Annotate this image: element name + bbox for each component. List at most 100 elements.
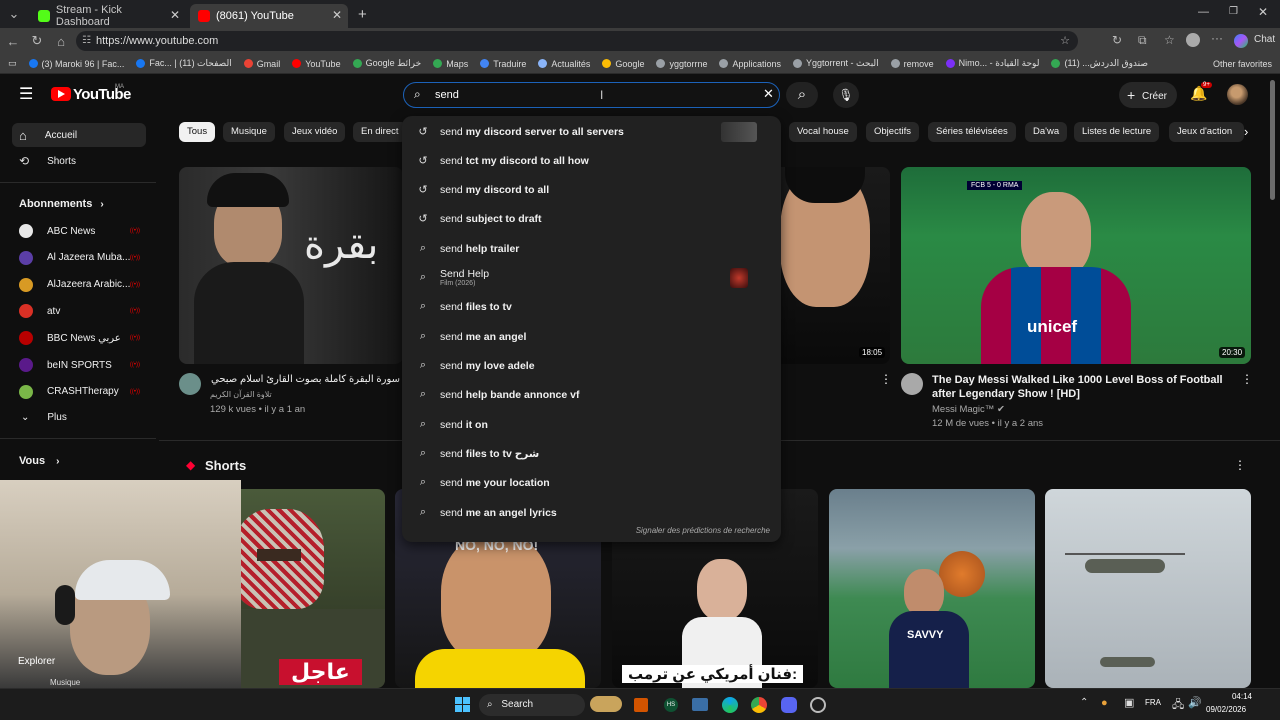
network-icon[interactable]: 🖧 xyxy=(1172,696,1184,715)
bookmark-item[interactable]: Applications xyxy=(719,59,781,69)
bookmark-item[interactable]: yggtorrne xyxy=(656,59,707,69)
minimize-button[interactable]: — xyxy=(1198,6,1209,18)
bookmark-item[interactable]: صندوق الدردش... (11) xyxy=(1051,58,1148,69)
search-suggestion[interactable]: ⌕ send help trailer xyxy=(402,234,781,263)
maximize-button[interactable]: ❐ xyxy=(1229,6,1238,17)
hamburger-menu-icon[interactable]: ☰ xyxy=(19,84,33,104)
bookmark-item[interactable]: Nimo... - لوحة القيادة xyxy=(945,58,1039,69)
chip-vocal-house[interactable]: Vocal house xyxy=(789,122,857,142)
start-button[interactable] xyxy=(455,697,470,712)
page-scrollbar[interactable] xyxy=(1270,80,1275,200)
extensions-icon[interactable]: ⧉ xyxy=(1138,33,1147,48)
app-icon[interactable] xyxy=(810,697,826,713)
chip-live[interactable]: En direct xyxy=(353,122,407,142)
photos-icon[interactable] xyxy=(692,698,708,711)
more-menu-icon[interactable]: ··· xyxy=(1211,31,1223,45)
short-thumbnail-4[interactable]: SAVVY xyxy=(829,489,1035,688)
profile-avatar[interactable] xyxy=(1186,33,1200,47)
bookmark-item[interactable]: remove xyxy=(890,59,934,69)
sidebar-subscription[interactable]: AlJazeera Arabic... ((•)) xyxy=(12,273,146,297)
tab-youtube[interactable]: (8061) YouTube ✕ xyxy=(190,4,348,28)
close-icon[interactable]: ✕ xyxy=(332,8,342,22)
search-suggestion[interactable]: ⌕ send files to tv شرح xyxy=(402,439,781,468)
chevron-up-icon[interactable]: ⌃ xyxy=(1080,697,1088,708)
favorite-star-icon[interactable]: ☆ xyxy=(1060,31,1070,51)
bookmark-item[interactable]: Google خرائط xyxy=(352,58,421,69)
tab-list-icon[interactable]: ⌄ xyxy=(2,6,26,22)
youtube-logo-icon[interactable] xyxy=(51,87,71,101)
sidebar-subscription[interactable]: atv ((•)) xyxy=(12,299,146,323)
video-title[interactable]: سورة البقرة كاملة بصوت القارئ اسلام صبحي xyxy=(210,373,400,387)
tab-kick[interactable]: Stream - Kick Dashboard ✕ xyxy=(30,4,186,28)
bookmark-item[interactable]: Traduire xyxy=(480,59,526,69)
bookmark-item[interactable]: (3) Maroki 96 | Fac... xyxy=(28,59,124,69)
search-suggestion[interactable]: ↺ send my discord server to all servers xyxy=(402,117,781,146)
search-suggestion[interactable]: ⌕ send files to tv xyxy=(402,292,781,321)
search-suggestion[interactable]: ⌕ send me an angel lyrics xyxy=(402,498,781,527)
voice-search-button[interactable]: 🎙 xyxy=(833,82,859,108)
search-suggestion[interactable]: ↺ send subject to draft xyxy=(402,204,781,233)
sidebar-subscription[interactable]: BBC News عربي ((•)) xyxy=(12,326,146,350)
sidebar-item-home[interactable]: ⌂ Accueil xyxy=(12,123,146,147)
search-suggestion[interactable]: ↺ send my discord to all xyxy=(402,175,781,204)
bookmark-item[interactable]: Google xyxy=(602,59,644,69)
chip-video-games[interactable]: Jeux vidéo xyxy=(284,122,346,142)
bookmark-item[interactable]: Gmail xyxy=(243,59,280,69)
chip-music[interactable]: Musique xyxy=(223,122,275,142)
new-tab-button[interactable]: + xyxy=(358,6,367,23)
short-thumbnail-5[interactable] xyxy=(1045,489,1251,688)
other-favorites[interactable]: Other favorites xyxy=(1213,59,1272,69)
bookmark-item[interactable]: Maps xyxy=(433,59,468,69)
channel-avatar[interactable] xyxy=(901,373,923,395)
bookmark-item[interactable]: YouTube xyxy=(292,59,341,69)
report-predictions-link[interactable]: Signaler des prédictions de recherche xyxy=(636,526,770,535)
taskbar-search[interactable]: ⌕ Search xyxy=(479,694,585,716)
search-suggestion[interactable]: ⌕ send me an angel xyxy=(402,322,781,351)
search-suggestion[interactable]: ⌕ send it on xyxy=(402,410,781,439)
widget-icon[interactable] xyxy=(590,696,622,712)
clock-date[interactable]: 09/02/2026 xyxy=(1206,705,1246,714)
clock-time[interactable]: 04:14 xyxy=(1210,692,1252,701)
subscriptions-heading[interactable]: Abonnements › xyxy=(19,198,104,210)
microphone-icon[interactable]: ● xyxy=(1101,697,1108,709)
sidebar-item-music[interactable]: Musique xyxy=(50,678,80,687)
reload-icon[interactable]: ↻ xyxy=(25,33,49,49)
chips-next-icon[interactable]: › xyxy=(1244,124,1248,139)
clear-search-icon[interactable]: ✕ xyxy=(763,86,774,102)
chip-dawa[interactable]: Da'wa xyxy=(1025,122,1068,142)
collections-icon[interactable]: ▭ xyxy=(8,58,17,69)
bookmark-item[interactable]: Yggtorrent - البحث xyxy=(793,58,879,69)
video-thumbnail-messi[interactable]: FCB 5 - 0 RMA unicef 20:30 xyxy=(901,167,1251,364)
bookmark-item[interactable]: Actualités xyxy=(538,59,590,69)
chip-goals[interactable]: Objectifs xyxy=(866,122,919,142)
discord-icon[interactable] xyxy=(781,697,797,713)
sidebar-item-shorts[interactable]: ⟲ Shorts xyxy=(12,149,146,173)
url-field[interactable]: ☷ https://www.youtube.com ☆ xyxy=(76,31,1078,51)
search-suggestion[interactable]: ⌕ Send Help Film (2026) xyxy=(402,263,781,292)
sidebar-subscription[interactable]: Al Jazeera Muba... ((•)) xyxy=(12,246,146,270)
chat-label[interactable]: Chat xyxy=(1254,34,1275,45)
app-icon[interactable] xyxy=(634,698,648,712)
create-button[interactable]: + Créer xyxy=(1119,82,1177,108)
close-icon[interactable]: ✕ xyxy=(170,8,180,22)
sidebar-subscription[interactable]: ABC News ((•)) xyxy=(12,219,146,243)
sidebar-subscription[interactable]: beIN SPORTS ((•)) xyxy=(12,353,146,377)
you-heading[interactable]: Vous › xyxy=(19,455,59,467)
search-box[interactable]: ⌕ send I ✕ xyxy=(403,82,780,108)
sidebar-subscription[interactable]: CRASHTherapy ((•)) xyxy=(12,380,146,404)
channel-avatar[interactable] xyxy=(179,373,201,395)
video-title[interactable]: The Day Messi Walked Like 1000 Level Bos… xyxy=(932,373,1232,401)
chip-all[interactable]: Tous xyxy=(179,122,216,142)
user-avatar[interactable] xyxy=(1227,84,1248,105)
channel-name[interactable]: Messi Magic™ ✔ xyxy=(932,404,1005,415)
favorites-icon[interactable]: ☆ xyxy=(1164,33,1175,47)
more-options-icon[interactable]: ⋮ xyxy=(1241,372,1253,386)
app-icon[interactable]: HS xyxy=(664,698,678,712)
search-suggestion[interactable]: ↺ send tct my discord to all how xyxy=(402,146,781,175)
chip-playlists[interactable]: Listes de lecture xyxy=(1074,122,1160,142)
search-suggestion[interactable]: ⌕ send my love adele xyxy=(402,351,781,380)
chrome-icon[interactable] xyxy=(751,697,767,713)
search-input[interactable]: send xyxy=(435,89,459,101)
sidebar-item-more[interactable]: ⌄ Plus xyxy=(12,405,146,429)
more-options-icon[interactable]: ⋮ xyxy=(880,372,892,386)
